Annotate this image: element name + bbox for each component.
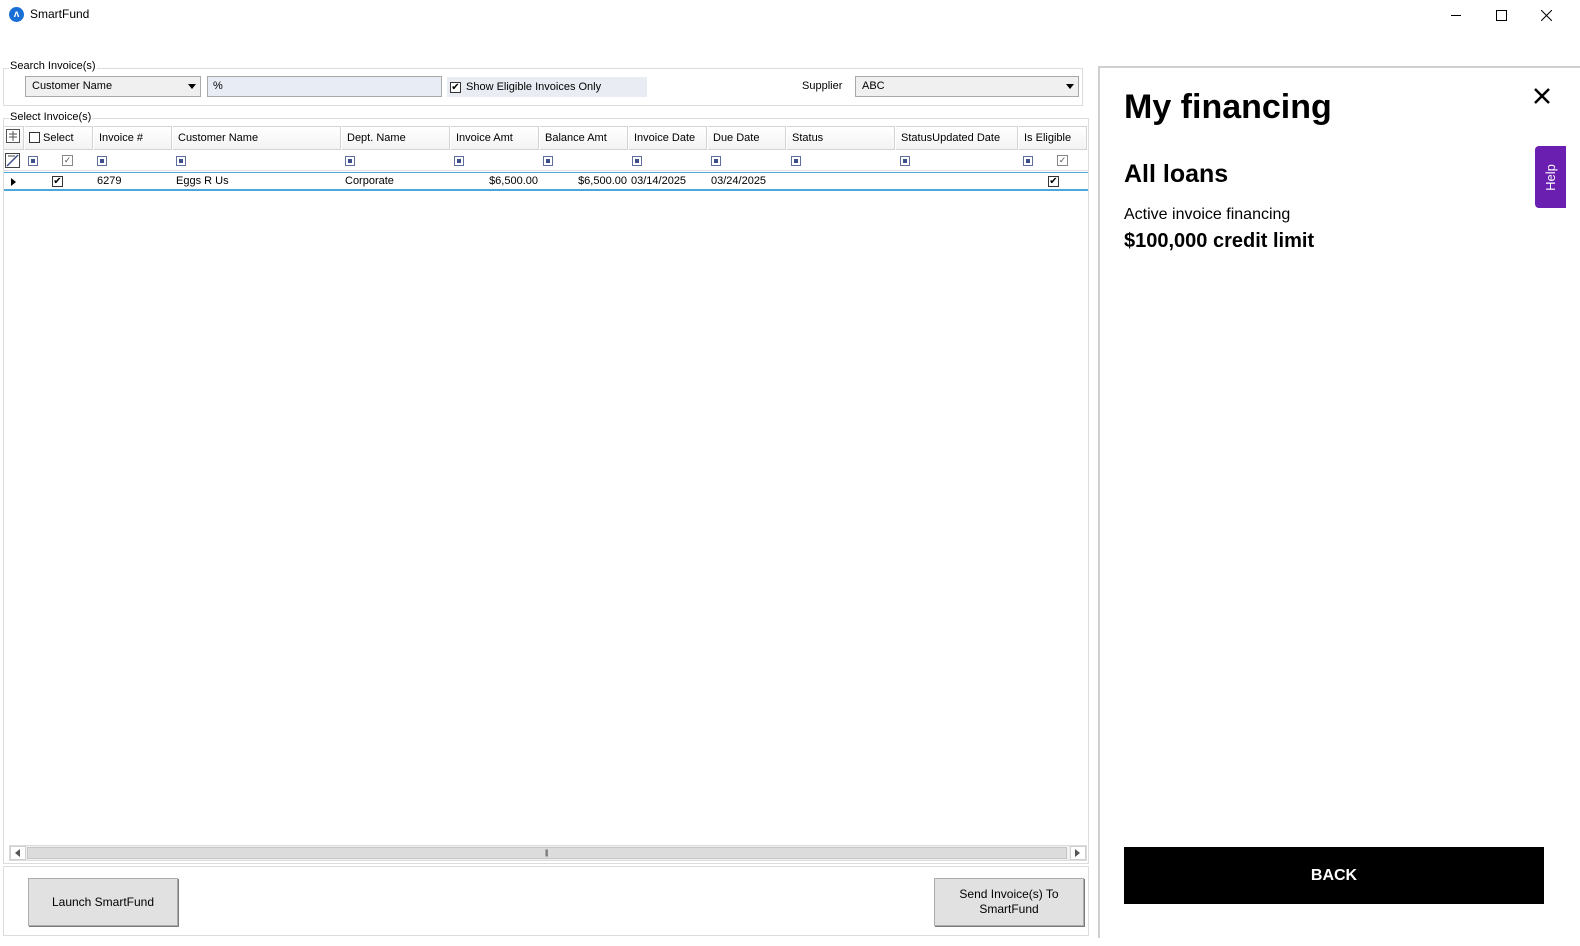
column-header-invoice-no[interactable]: Invoice # (94, 126, 172, 150)
credit-limit: $100,000 credit limit (1124, 230, 1315, 252)
filter-icon[interactable] (454, 156, 464, 166)
minimize-icon (1451, 14, 1461, 16)
cell-invoice-amt: $6,500.00 (489, 175, 538, 187)
filter-icon[interactable] (711, 156, 721, 166)
back-button[interactable]: BACK (1124, 847, 1544, 904)
column-header-invoice-date[interactable]: Invoice Date (629, 126, 707, 150)
scroll-left-button[interactable] (10, 846, 26, 860)
help-tab[interactable]: Help (1535, 146, 1566, 208)
title-bar: ʌ SmartFund (0, 0, 1580, 30)
filter-icon[interactable] (1023, 156, 1033, 166)
launch-smartfund-button[interactable]: Launch SmartFund (28, 878, 178, 926)
window-title: SmartFund (30, 7, 90, 21)
clear-filter-icon (5, 153, 20, 168)
panel-close-button[interactable] (1530, 84, 1554, 108)
search-field-value: Customer Name (32, 80, 113, 92)
filter-icon[interactable] (176, 156, 186, 166)
filter-eligible-checkbox[interactable]: ✓ (1057, 155, 1068, 166)
column-chooser-button[interactable] (4, 126, 24, 150)
search-field-select[interactable]: Customer Name (25, 76, 201, 97)
cell-invoice-no: 6279 (97, 175, 122, 187)
cell-balance-amt: $6,500.00 (578, 175, 627, 187)
minimize-button[interactable] (1434, 0, 1479, 30)
supplier-value: ABC (862, 80, 885, 92)
column-header-status[interactable]: Status (787, 126, 895, 150)
filter-icon[interactable] (543, 156, 553, 166)
filter-icon[interactable] (345, 156, 355, 166)
select-group-label: Select Invoice(s) (9, 111, 93, 123)
help-label: Help (1543, 163, 1558, 191)
scroll-right-button[interactable] (1070, 846, 1086, 860)
close-icon (1534, 88, 1550, 104)
send-invoices-button[interactable]: Send Invoice(s) To SmartFund (934, 878, 1084, 926)
cell-invoice-date: 03/14/2025 (631, 175, 687, 187)
search-input[interactable]: % (207, 76, 442, 97)
column-chooser-icon (6, 129, 20, 143)
row-eligible-checkbox: ✔ (1048, 176, 1059, 187)
close-icon (1541, 9, 1552, 21)
filter-icon[interactable] (97, 156, 107, 166)
chevron-down-icon (188, 84, 196, 89)
column-header-due-date[interactable]: Due Date (708, 126, 786, 150)
close-window-button[interactable] (1524, 0, 1569, 30)
eligible-only-label: Show Eligible Invoices Only (466, 81, 602, 93)
panel-title: My financing (1124, 88, 1332, 126)
chevron-left-icon (15, 849, 20, 857)
supplier-select[interactable]: ABC (855, 76, 1079, 97)
chevron-right-icon (1075, 849, 1080, 857)
scrollbar-thumb[interactable]: ||| (27, 847, 1067, 859)
column-header-balance-amt[interactable]: Balance Amt (540, 126, 628, 150)
clear-filter-button[interactable] (5, 153, 20, 171)
filter-icon[interactable] (791, 156, 801, 166)
cell-dept-name: Corporate (345, 175, 394, 187)
filter-icon[interactable] (28, 156, 38, 166)
column-header-customer-name[interactable]: Customer Name (173, 126, 341, 150)
smartfund-app-icon: ʌ (9, 7, 24, 22)
column-header-invoice-amt[interactable]: Invoice Amt (451, 126, 539, 150)
horizontal-scrollbar[interactable]: ||| (9, 845, 1087, 861)
eligible-only-checkbox[interactable]: ✔ Show Eligible Invoices Only (447, 77, 647, 97)
column-header-status-updated-date[interactable]: StatusUpdated Date (896, 126, 1018, 150)
filter-icon[interactable] (900, 156, 910, 166)
grid-header: Select Invoice # Customer Name Dept. Nam… (4, 126, 1088, 150)
eligible-only-check-icon: ✔ (450, 81, 461, 93)
search-group-label: Search Invoice(s) (9, 60, 97, 72)
column-header-select[interactable]: Select (25, 126, 93, 150)
maximize-icon (1496, 9, 1507, 21)
panel-subtitle: All loans (1124, 160, 1229, 188)
filter-row: ✓ ✓ (4, 151, 1088, 171)
chevron-down-icon (1066, 84, 1074, 89)
filter-icon[interactable] (632, 156, 642, 166)
column-label: Select (43, 132, 74, 144)
financing-type: Active invoice financing (1124, 206, 1291, 223)
financing-panel: My financing All loans Active invoice fi… (1098, 66, 1580, 938)
send-invoices-label-line2: SmartFund (979, 902, 1039, 916)
table-row[interactable]: ✔ 6279 Eggs R Us Corporate $6,500.00 $6,… (4, 172, 1088, 191)
cell-due-date: 03/24/2025 (711, 175, 767, 187)
maximize-button[interactable] (1479, 0, 1524, 30)
select-group (3, 118, 1089, 864)
send-invoices-label-line1: Send Invoice(s) To (959, 887, 1059, 901)
column-header-dept-name[interactable]: Dept. Name (342, 126, 450, 150)
select-all-checkbox[interactable] (29, 132, 40, 143)
filter-select-checkbox[interactable]: ✓ (62, 155, 73, 166)
supplier-label: Supplier (802, 80, 843, 92)
column-header-is-eligible[interactable]: Is Eligible (1019, 126, 1087, 150)
row-indicator-icon (4, 173, 23, 190)
cell-customer-name: Eggs R Us (176, 175, 229, 187)
row-select-checkbox[interactable]: ✔ (52, 176, 63, 187)
